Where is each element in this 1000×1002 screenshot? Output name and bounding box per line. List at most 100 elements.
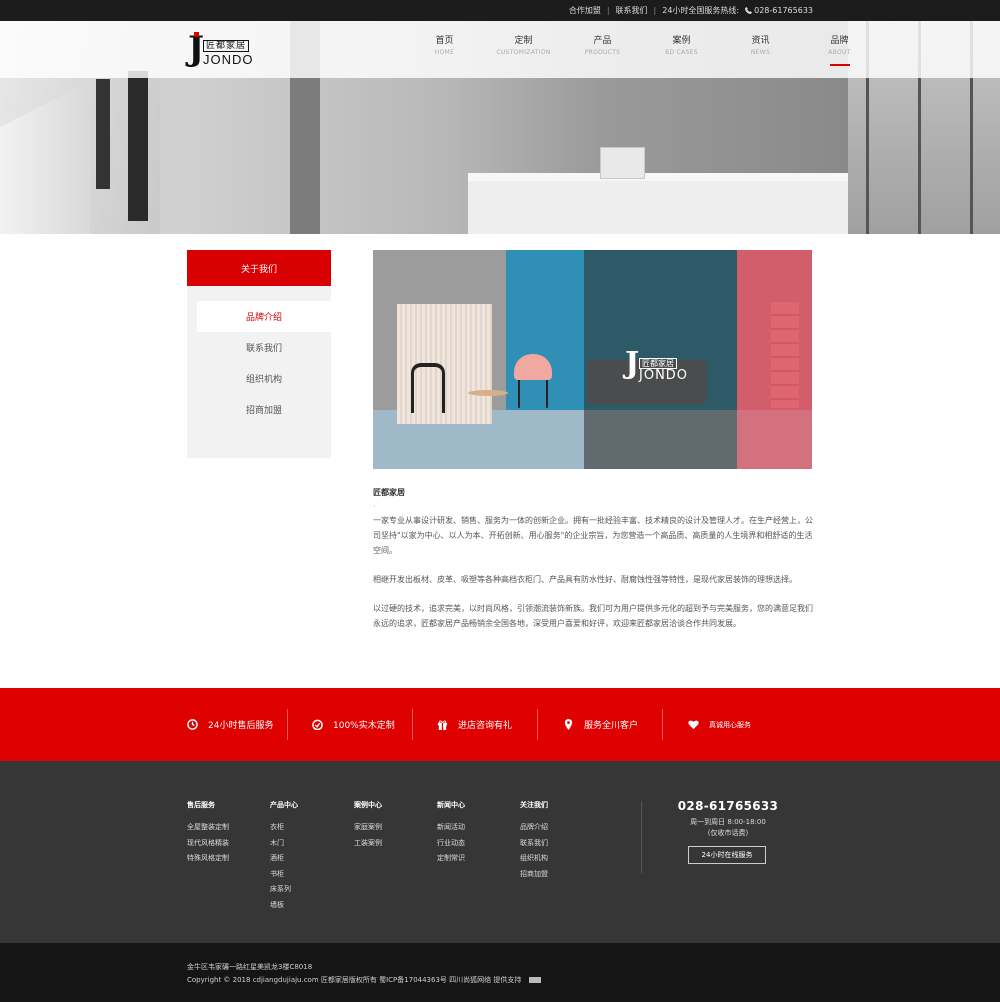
topbar-link-contact[interactable]: 联系我们 bbox=[616, 5, 648, 16]
logo-dot bbox=[194, 32, 199, 37]
sidebar-item-franchise[interactable]: 招商加盟 bbox=[197, 394, 331, 425]
nav-cases[interactable]: 案例 BD CASES bbox=[642, 33, 721, 73]
online-service-button[interactable]: 24小时在线服务 bbox=[688, 846, 766, 864]
nav-sublabel: BD CASES bbox=[665, 49, 698, 56]
article-paragraph: 以过硬的技术，追求完美，以时尚风格，引领潮流装饰新族。我们可为用户提供多元化的超… bbox=[373, 604, 813, 628]
clock-icon bbox=[187, 719, 198, 730]
sidebar-title: 关于我们 bbox=[187, 250, 331, 286]
hotline-number[interactable]: 028-61765633 bbox=[754, 6, 813, 15]
image-overlay bbox=[737, 250, 812, 469]
divider bbox=[641, 801, 642, 873]
footer-copyright: Copyright © 2018 cdjiangdujiaju.com 匠都家居… bbox=[187, 976, 522, 984]
service-label: 真诚用心服务 bbox=[709, 720, 751, 729]
footer-link[interactable]: 招商加盟 bbox=[520, 867, 548, 883]
sidebar-item-contact[interactable]: 联系我们 bbox=[197, 332, 331, 363]
article-heading: 匠都家居 bbox=[373, 488, 405, 497]
footer-column-follow: 关注我们 品牌介绍 联系我们 组织机构 招商加盟 bbox=[520, 800, 548, 882]
footer-link[interactable]: 现代风格精装 bbox=[187, 836, 229, 852]
footer-link[interactable]: 联系我们 bbox=[520, 836, 548, 852]
footer-phone[interactable]: 028-61765633 bbox=[674, 799, 782, 813]
footer-link[interactable]: 定制常识 bbox=[437, 851, 465, 867]
footer-column-title: 新闻中心 bbox=[437, 801, 465, 809]
footer-link[interactable]: 床系列 bbox=[270, 882, 298, 898]
cnzz-badge-icon[interactable] bbox=[528, 977, 541, 983]
footer-link[interactable]: 组织机构 bbox=[520, 851, 548, 867]
nav-sublabel: NEWS bbox=[750, 49, 771, 56]
nav-label: 产品 bbox=[593, 36, 612, 46]
topbar-link-franchise[interactable]: 合作加盟 bbox=[569, 5, 601, 16]
image-chair bbox=[514, 354, 552, 380]
nav-label: 资讯 bbox=[751, 36, 770, 46]
hero-door bbox=[128, 71, 148, 221]
footer-column-news: 新闻中心 新闻活动 行业动态 定制常识 bbox=[437, 800, 465, 867]
brand-article: 匠都家居 · 一家专业从事设计研发、销售、服务为一体的创新企业。拥有一批经验丰富… bbox=[373, 485, 813, 645]
footer-link[interactable]: 书柜 bbox=[270, 867, 298, 883]
footer-link[interactable]: 全屋整装定制 bbox=[187, 820, 229, 836]
hero-door bbox=[96, 79, 110, 189]
footer-link[interactable]: 墙板 bbox=[270, 898, 298, 914]
footer-link[interactable]: 新闻活动 bbox=[437, 820, 465, 836]
footer-link[interactable]: 行业动态 bbox=[437, 836, 465, 852]
footer-hours-note: (仅收市话费) bbox=[707, 829, 749, 837]
logo-en: JONDO bbox=[203, 52, 254, 67]
service-item: 服务全川客户 bbox=[563, 688, 638, 761]
footer: 售后服务 全屋整装定制 现代风格精装 特殊风格定制 产品中心 衣柜 木门 酒柜 … bbox=[0, 761, 1000, 943]
article-paragraph: 一家专业从事设计研发、销售、服务为一体的创新企业。拥有一批经验丰富、技术精良的设… bbox=[373, 516, 813, 555]
nav-active-underline bbox=[830, 64, 850, 66]
footer-link[interactable]: 工装案例 bbox=[354, 836, 382, 852]
nav-sublabel: CUSTOMIZATION bbox=[496, 49, 551, 56]
medal-icon bbox=[312, 719, 323, 730]
article-paragraph: 相继开发出板材、皮革、吸塑等各种高档衣柜门、产品具有防水性好、耐腐蚀性强等特性，… bbox=[373, 575, 797, 584]
nav-label: 定制 bbox=[514, 36, 533, 46]
divider bbox=[662, 709, 663, 740]
sidebar-list: 品牌介绍 联系我们 组织机构 招商加盟 bbox=[187, 286, 331, 425]
footer-column-cases: 案例中心 家庭案例 工装案例 bbox=[354, 800, 382, 851]
logo-cn: 匠都家居 bbox=[203, 40, 250, 52]
footer-column-title: 关注我们 bbox=[520, 801, 548, 809]
logo-mark: J bbox=[625, 346, 640, 381]
nav-sublabel: ABOUT bbox=[828, 49, 851, 56]
divider bbox=[537, 709, 538, 740]
image-table bbox=[468, 390, 508, 396]
image-chair-legs bbox=[518, 380, 548, 408]
footer-link[interactable]: 家庭案例 bbox=[354, 820, 382, 836]
footer-address: 金牛区韦家碾一路红星美凯龙3楼C8018 bbox=[187, 963, 313, 971]
article-dot: · bbox=[373, 502, 376, 511]
image-chair bbox=[411, 363, 445, 413]
hotline-label: 24小时全国服务热线: bbox=[662, 6, 740, 15]
logo[interactable]: J 匠都家居 JONDO bbox=[188, 30, 278, 70]
nav-sublabel: PRODUCTS bbox=[584, 49, 621, 56]
service-item: 24小时售后服务 bbox=[187, 688, 273, 761]
footer-link[interactable]: 品牌介绍 bbox=[520, 820, 548, 836]
gift-icon bbox=[437, 720, 448, 730]
nav-label: 首页 bbox=[435, 36, 454, 46]
footer-link[interactable]: 衣柜 bbox=[270, 820, 298, 836]
nav-about[interactable]: 品牌 ABOUT bbox=[800, 33, 879, 73]
top-bar: 合作加盟 | 联系我们 | 24小时全国服务热线: 028-61765633 bbox=[0, 0, 1000, 21]
service-item: 真诚用心服务 bbox=[688, 688, 751, 761]
sidebar-item-organization[interactable]: 组织机构 bbox=[197, 363, 331, 394]
footer-link[interactable]: 木门 bbox=[270, 836, 298, 852]
divider bbox=[287, 709, 288, 740]
sidebar-item-brand[interactable]: 品牌介绍 bbox=[197, 301, 331, 332]
hero-desk bbox=[468, 179, 848, 234]
footer-column-title: 售后服务 bbox=[187, 801, 215, 809]
footer-column-aftersales: 售后服务 全屋整装定制 现代风格精装 特殊风格定制 bbox=[187, 800, 229, 867]
nav-home[interactable]: 首页 HOME bbox=[405, 33, 484, 73]
service-label: 24小时售后服务 bbox=[208, 721, 274, 731]
footer-link[interactable]: 特殊风格定制 bbox=[187, 851, 229, 867]
nav-customization[interactable]: 定制 CUSTOMIZATION bbox=[484, 33, 563, 73]
footer-hours: 周一到周日 8:00-18:00 bbox=[690, 818, 766, 826]
heart-icon bbox=[688, 720, 699, 730]
hero-monitor bbox=[600, 147, 645, 179]
footer-link[interactable]: 酒柜 bbox=[270, 851, 298, 867]
footer-column-products: 产品中心 衣柜 木门 酒柜 书柜 床系列 墙板 bbox=[270, 800, 298, 913]
service-label: 100%实木定制 bbox=[333, 721, 395, 731]
hero-desk-top bbox=[468, 173, 848, 181]
phone-icon bbox=[745, 7, 753, 14]
nav-news[interactable]: 资讯 NEWS bbox=[721, 33, 800, 73]
footer-column-title: 案例中心 bbox=[354, 801, 382, 809]
hotline: 028-61765633 bbox=[745, 6, 813, 15]
brand-showcase-image: J 匠都家居 JONDO bbox=[373, 250, 812, 469]
nav-products[interactable]: 产品 PRODUCTS bbox=[563, 33, 642, 73]
